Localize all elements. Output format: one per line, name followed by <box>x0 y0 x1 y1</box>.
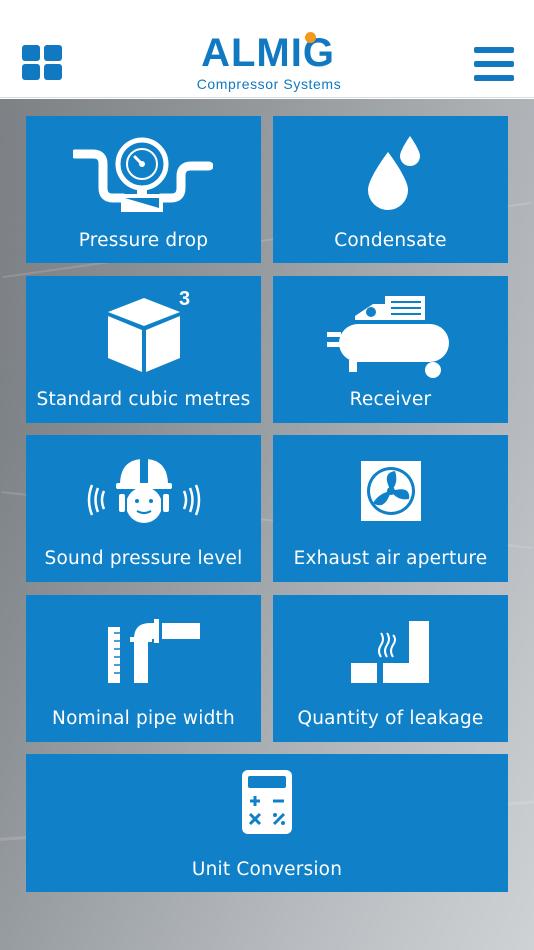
tile-sound-pressure-level[interactable]: Sound pressure level <box>26 435 261 582</box>
tile-nominal-pipe-width[interactable]: Nominal pipe width <box>26 595 261 742</box>
pipe-ruler-icon <box>108 619 200 683</box>
tile-label: Standard cubic metres <box>36 389 251 410</box>
tile-label: Pressure drop <box>78 230 209 251</box>
tile-unit-conversion[interactable]: Unit Conversion <box>26 754 508 892</box>
tile-label: Unit Conversion <box>191 859 343 880</box>
cube-icon <box>108 298 180 372</box>
tile-label: Condensate <box>334 230 447 251</box>
air-compressor-icon <box>327 296 449 378</box>
logo-text: ALMIG <box>201 31 335 75</box>
tile-label: Receiver <box>349 389 432 410</box>
tile-condensate[interactable]: Condensate <box>273 116 508 263</box>
app-header: ALMIG Compressor Systems <box>0 0 534 98</box>
logo-dot <box>305 32 316 43</box>
tile-receiver[interactable]: Receiver <box>273 276 508 423</box>
grid-icon[interactable] <box>22 45 62 80</box>
cube-superscript: 3 <box>179 288 191 310</box>
leaking-pipe-icon <box>351 621 429 683</box>
tile-quantity-of-leakage[interactable]: Quantity of leakage <box>273 595 508 742</box>
tile-label: Exhaust air aperture <box>293 548 488 569</box>
worker-ear-protection-icon <box>87 457 201 523</box>
exhaust-fan-icon <box>361 461 421 521</box>
logo-subtitle: Compressor Systems <box>196 76 342 92</box>
tile-exhaust-air-aperture[interactable]: Exhaust air aperture <box>273 435 508 582</box>
water-drops-icon <box>368 136 420 210</box>
tile-label: Sound pressure level <box>44 548 243 569</box>
tile-label: Quantity of leakage <box>297 708 484 729</box>
pressure-gauge-pipe-icon <box>73 137 213 212</box>
calculator-icon <box>242 770 292 834</box>
almig-logo: ALMIG Compressor Systems <box>178 30 360 96</box>
tile-pressure-drop[interactable]: Pressure drop <box>26 116 261 263</box>
tile-standard-cubic-metres[interactable]: 3 Standard cubic metres <box>26 276 261 423</box>
hamburger-menu-icon[interactable] <box>474 47 514 81</box>
tile-label: Nominal pipe width <box>52 708 235 729</box>
